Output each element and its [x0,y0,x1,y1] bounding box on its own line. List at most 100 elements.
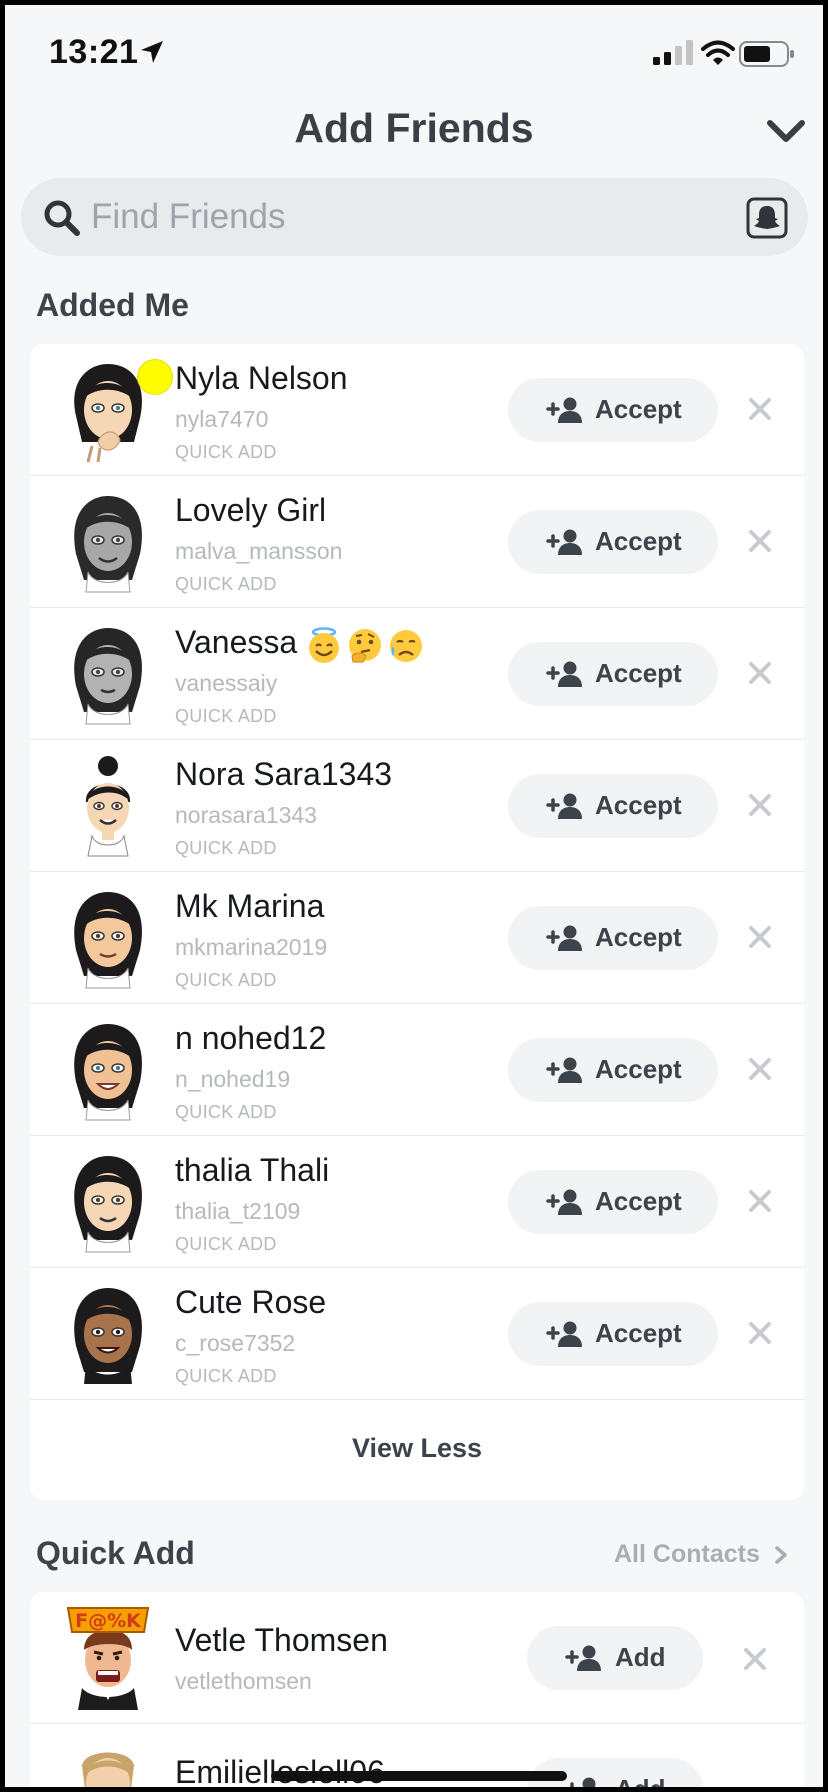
close-icon[interactable] [747,396,773,422]
bitmoji-avatar[interactable] [58,884,158,992]
friend-name-text: Vanessa [175,624,298,660]
close-icon[interactable] [747,792,773,818]
quick-add-tag: QUICK ADD [175,574,277,594]
list-item[interactable]: Mk Marina mkmarina2019 QUICK ADD Accept [30,872,804,1004]
accept-button[interactable]: Accept [508,1170,718,1234]
accept-button[interactable]: Accept [508,1038,718,1102]
add-friend-icon [546,925,582,951]
friend-username: vetlethomsen [175,1668,312,1694]
friend-username: thalia_t2109 [175,1198,301,1224]
friend-name: Nyla Nelson [175,360,348,396]
divider [30,1399,804,1400]
thinking-face-emoji [349,629,382,663]
add-label: Add [615,1774,666,1787]
halo-smile-emoji [309,627,340,664]
accept-button[interactable]: Accept [508,906,718,970]
bitmoji-avatar[interactable] [58,620,158,728]
add-label: Add [615,1642,666,1672]
snapcode-scan-icon[interactable] [746,197,788,239]
bitmoji-avatar[interactable] [58,488,158,596]
accept-label: Accept [595,658,682,688]
list-item[interactable]: n nohed12 n_nohed19 QUICK ADD Accept [30,1004,804,1136]
friend-name: thalia Thali [175,1152,330,1188]
quick-add-tag: QUICK ADD [175,1366,277,1386]
wifi-icon [701,40,735,65]
sad-sweat-emoji [390,630,423,663]
list-item[interactable]: F@%K Vetle Thomsen vetlethomsen Add [30,1592,804,1724]
bitmoji-avatar[interactable] [58,752,158,860]
friend-name: Vetle Thomsen [175,1622,388,1658]
add-friend-icon [546,1057,582,1083]
list-item[interactable]: Cute Rose c_rose7352 QUICK ADD Accept [30,1268,804,1400]
friend-username: c_rose7352 [175,1330,296,1356]
friend-name: Cute Rose [175,1284,327,1320]
add-friends-screen: 13:21 Add Friends Find Friends Added Me … [5,5,823,1787]
all-contacts-link[interactable]: All Contacts [614,1540,789,1569]
add-friend-icon [546,793,582,819]
all-contacts-label: All Contacts [614,1540,760,1568]
search-bar[interactable] [21,178,808,256]
accept-button[interactable]: Accept [508,1302,718,1366]
friend-username: n_nohed19 [175,1066,291,1092]
quick-add-tag: QUICK ADD [175,1102,277,1122]
close-icon[interactable] [747,660,773,686]
quick-add-tag: QUICK ADD [175,838,277,858]
add-friend-icon [546,661,582,687]
bitmoji-avatar[interactable] [58,1280,158,1388]
accept-button[interactable]: Accept [508,378,718,442]
bitmoji-avatar[interactable]: F@%K [58,1604,158,1712]
cellular-signal-icon [653,40,693,65]
accept-button[interactable]: Accept [508,774,718,838]
home-indicator[interactable] [271,1771,567,1781]
accept-button[interactable]: Accept [508,510,718,574]
add-friend-icon [570,1777,596,1787]
friend-username: vanessaiy [175,670,278,696]
friend-name: Lovely Girl [175,492,327,528]
quick-add-tag: QUICK ADD [175,706,277,726]
add-button[interactable]: Add [527,1626,703,1690]
add-friend-icon [546,1321,582,1347]
close-icon[interactable] [747,528,773,554]
added-me-heading: Added Me [36,287,189,323]
accept-label: Accept [595,394,682,424]
accept-label: Accept [595,790,682,820]
bitmoji-avatar[interactable] [58,1148,158,1256]
quick-add-card: F@%K Vetle Thomsen vetlethomsen Add Emil… [30,1592,804,1787]
close-icon[interactable] [747,1320,773,1346]
accept-label: Accept [595,1186,682,1216]
chevron-down-icon[interactable] [764,113,808,149]
friend-username: mkmarina2019 [175,934,328,960]
online-status-dot [138,360,172,394]
close-icon[interactable] [747,924,773,950]
add-friend-icon [546,1189,582,1215]
list-item[interactable]: Nora Sara1343 norasara1343 QUICK ADD Acc… [30,740,804,872]
add-friend-icon [546,529,582,555]
list-item[interactable]: thalia Thali thalia_t2109 QUICK ADD Acce… [30,1136,804,1268]
accept-button[interactable]: Accept [508,642,718,706]
accept-label: Accept [595,1054,682,1084]
add-friend-icon [546,397,582,423]
name-emojis [305,625,428,665]
view-less-button[interactable]: View Less [30,1404,804,1492]
quick-add-heading: Quick Add [36,1535,195,1571]
list-item[interactable]: Lovely Girl malva_mansson QUICK ADD Acce… [30,476,804,608]
svg-text:F@%K: F@%K [75,1610,142,1632]
friend-username: norasara1343 [175,802,317,828]
close-icon[interactable] [747,1188,773,1214]
search-input[interactable] [91,190,691,244]
accept-label: Accept [595,1318,682,1348]
search-icon [44,200,80,236]
list-item[interactable]: Vanessa vanessaiy QUICK ADD Accept [30,608,804,740]
status-bar: 13:21 [5,5,823,95]
friend-username: malva_mansson [175,538,343,564]
page-title: Add Friends [294,105,534,151]
list-item[interactable]: Nyla Nelson nyla7470 QUICK ADD Accept [30,344,804,476]
bitmoji-avatar[interactable] [58,1016,158,1124]
bitmoji-avatar[interactable] [58,1736,158,1787]
accept-label: Accept [595,922,682,952]
close-icon[interactable] [742,1646,768,1672]
close-icon[interactable] [747,1056,773,1082]
friend-name: Nora Sara1343 [175,756,393,792]
added-me-card: Nyla Nelson nyla7470 QUICK ADD Accept Lo… [30,344,804,1500]
add-friend-icon [565,1645,601,1671]
